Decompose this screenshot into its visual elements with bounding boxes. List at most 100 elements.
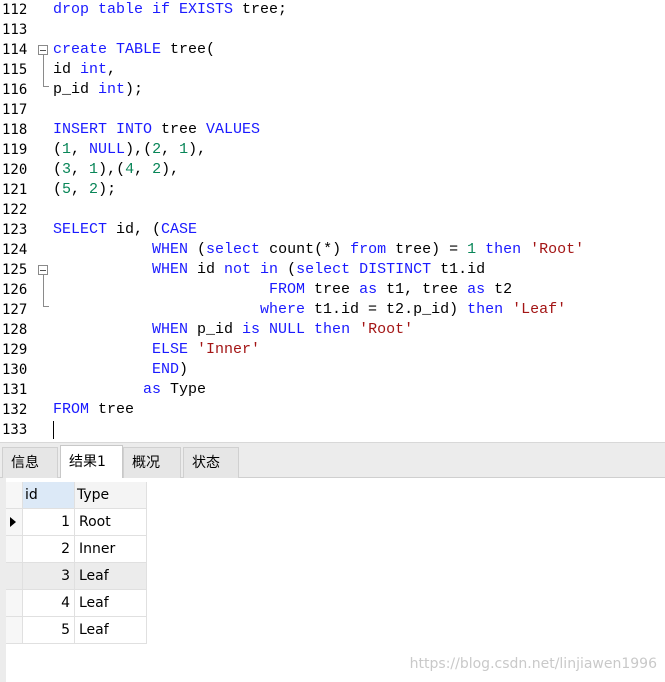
code-line[interactable]: 114 create TABLE tree( (0, 40, 665, 60)
code-text: (1, NULL),(2, 1), (53, 140, 206, 160)
code-token: INSERT INTO (53, 121, 153, 138)
code-token: 'Leaf' (512, 301, 567, 318)
code-line[interactable]: 126 FROM tree as t1, tree as t2 (0, 280, 665, 300)
code-line[interactable]: 121 (5, 2); (0, 180, 665, 200)
line-number: 133 (2, 422, 28, 438)
code-token: id (53, 61, 81, 78)
code-token: 'Root' (359, 321, 414, 338)
code-token: as (359, 281, 378, 298)
code-line[interactable]: 123 SELECT id, (CASE (0, 220, 665, 240)
code-line[interactable]: 122 (0, 200, 665, 220)
tab-status[interactable]: 状态 (183, 447, 239, 478)
tab-info[interactable]: 信息 (2, 447, 58, 478)
code-line[interactable]: 113 (0, 20, 665, 40)
code-line[interactable]: 115 id int, (0, 60, 665, 80)
code-token: CASE (161, 221, 198, 238)
cell-id[interactable]: 3 (23, 563, 75, 590)
code-text: FROM tree (53, 400, 134, 420)
row-selector[interactable] (6, 590, 23, 617)
code-token: ) (179, 361, 189, 378)
line-number: 123 (2, 222, 28, 238)
row-selector[interactable] (6, 536, 23, 563)
code-line[interactable]: 120 (3, 1),(4, 2), (0, 160, 665, 180)
code-line[interactable]: 124 WHEN (select count(*) from tree) = 1… (0, 240, 665, 260)
code-line[interactable]: 125 WHEN id not in (select DISTINCT t1.i… (0, 260, 665, 280)
code-token: ( (188, 241, 207, 258)
code-line[interactable]: 112 drop table if EXISTS tree; (0, 0, 665, 20)
code-token: t1, tree (377, 281, 468, 298)
line-number: 128 (2, 322, 28, 338)
code-token: ),( (98, 161, 126, 178)
cell-type[interactable]: Leaf (75, 590, 147, 617)
code-token: FROM (53, 401, 90, 418)
line-number: 116 (2, 82, 28, 98)
code-text: create TABLE tree( (53, 40, 215, 60)
line-number: 118 (2, 122, 28, 138)
row-selector[interactable] (6, 617, 23, 644)
code-line[interactable]: 117 (0, 100, 665, 120)
code-line[interactable]: 132 FROM tree (0, 400, 665, 420)
code-token: is NULL then (242, 321, 351, 338)
code-text: (5, 2); (53, 180, 116, 200)
code-token: id, ( (107, 221, 162, 238)
result-grid: id Type 1 Root 2 Inner 3 Leaf 4 Leaf 5 L… (0, 478, 665, 682)
cell-type[interactable]: Leaf (75, 617, 147, 644)
code-token: Type (161, 381, 207, 398)
cell-type[interactable]: Root (75, 509, 147, 536)
code-token: 1 (89, 161, 99, 178)
cell-id[interactable]: 5 (23, 617, 75, 644)
column-header-id[interactable]: id (23, 482, 75, 509)
code-line[interactable]: 118 INSERT INTO tree VALUES (0, 120, 665, 140)
code-line[interactable]: 127 where t1.id = t2.p_id) then 'Leaf' (0, 300, 665, 320)
current-row-pointer-icon (10, 517, 16, 527)
cell-id[interactable]: 4 (23, 590, 75, 617)
code-token: drop table if EXISTS (53, 1, 234, 18)
tab-result-1[interactable]: 结果1 (60, 445, 123, 479)
code-token: t2 (485, 281, 513, 298)
code-line[interactable]: 133 (0, 420, 665, 440)
code-line[interactable]: 128 WHEN p_id is NULL then 'Root' (0, 320, 665, 340)
code-token: int (80, 61, 108, 78)
code-token: NULL (89, 141, 126, 158)
column-header-type[interactable]: Type (75, 482, 147, 509)
row-selector[interactable] (6, 563, 23, 590)
code-token: tree (89, 401, 135, 418)
row-selector[interactable] (6, 509, 23, 536)
code-text: FROM tree as t1, tree as t2 (53, 280, 512, 300)
code-token: ELSE (53, 341, 189, 358)
code-text: (3, 1),(4, 2), (53, 160, 179, 180)
sql-editor[interactable]: 112 drop table if EXISTS tree; 113 114 creat… (0, 0, 665, 442)
code-text: drop table if EXISTS tree; (53, 0, 287, 20)
cell-id[interactable]: 1 (23, 509, 75, 536)
code-line[interactable]: 129 ELSE 'Inner' (0, 340, 665, 360)
code-line[interactable]: 116 p_id int); (0, 80, 665, 100)
line-number: 129 (2, 342, 28, 358)
code-line[interactable]: 130 END) (0, 360, 665, 380)
code-token: ( (53, 161, 63, 178)
tab-profile[interactable]: 概况 (123, 447, 181, 478)
code-text: WHEN id not in (select DISTINCT t1.id (53, 260, 485, 280)
code-token: p_id (188, 321, 243, 338)
code-token: , (161, 141, 180, 158)
code-token: p_id (53, 81, 99, 98)
code-token: ); (125, 81, 144, 98)
code-text: INSERT INTO tree VALUES (53, 120, 260, 140)
cell-id[interactable]: 2 (23, 536, 75, 563)
cell-type[interactable]: Leaf (75, 563, 147, 590)
code-token: , (71, 141, 90, 158)
code-token: , (71, 161, 90, 178)
code-token: 2 (152, 161, 162, 178)
line-number: 122 (2, 202, 28, 218)
line-number: 121 (2, 182, 28, 198)
code-token: id (188, 261, 225, 278)
code-text: p_id int); (53, 80, 143, 100)
code-line[interactable]: 119 (1, NULL),(2, 1), (0, 140, 665, 160)
line-number: 132 (2, 402, 28, 418)
code-token: tree; (233, 1, 288, 18)
cell-type[interactable]: Inner (75, 536, 147, 563)
code-line[interactable]: 131 as Type (0, 380, 665, 400)
